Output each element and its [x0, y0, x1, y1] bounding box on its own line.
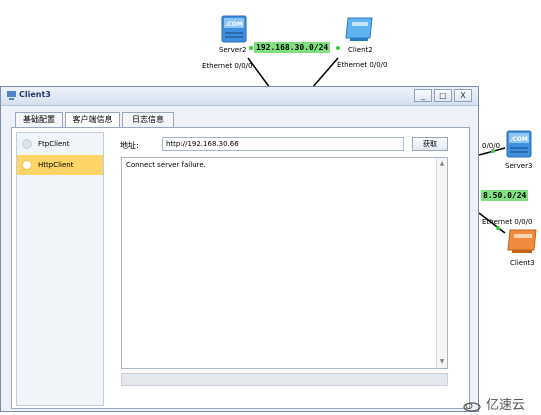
- server3-label: Server3: [505, 162, 533, 170]
- client-pc-icon: [507, 229, 537, 253]
- link-status-dot: [249, 46, 253, 50]
- close-button[interactable]: X: [454, 89, 472, 102]
- fetch-button[interactable]: 获取: [412, 137, 448, 151]
- vertical-scrollbar[interactable]: ▲ ▼: [436, 158, 447, 368]
- client3-interface-label: Ethernet 0/0/0: [482, 218, 533, 226]
- client-pc-icon: [345, 17, 373, 41]
- list-item-label: HttpClient: [38, 161, 74, 169]
- client-type-list: FtpClient HttpClient: [16, 132, 104, 406]
- list-item-httpclient[interactable]: HttpClient: [17, 155, 103, 175]
- address-label: 地址:: [120, 141, 139, 150]
- client3-window: Client3 _ □ X 基础配置 客户端信息 日志信息 FtpClient …: [0, 86, 479, 412]
- scroll-down-icon[interactable]: ▼: [437, 357, 447, 367]
- response-text: Connect server failure.: [126, 161, 206, 169]
- watermark-text: 亿速云: [485, 398, 525, 413]
- server2-node[interactable]: .COM: [221, 15, 247, 43]
- tab-basic-config[interactable]: 基础配置: [15, 112, 63, 127]
- com-badge: .COM: [225, 21, 243, 28]
- link-status-dot: [336, 46, 340, 50]
- client2-label: Client2: [348, 46, 373, 54]
- client-info-panel: FtpClient HttpClient 地址: 获取 Connect serv…: [11, 127, 470, 409]
- tab-client-info[interactable]: 客户端信息: [65, 112, 120, 128]
- circle-icon: [22, 139, 32, 149]
- server-icon: .COM: [221, 15, 247, 43]
- com-badge: .COM: [510, 136, 528, 143]
- minimize-button[interactable]: _: [414, 89, 432, 102]
- window-titlebar[interactable]: Client3 _ □ X: [1, 87, 478, 106]
- scroll-up-icon[interactable]: ▲: [437, 159, 447, 169]
- link-client2-router: [311, 57, 339, 89]
- client2-interface-label: Ethernet 0/0/0: [337, 61, 388, 69]
- network-label-30: 192.168.30.0/24: [254, 42, 331, 53]
- circle-icon: [22, 160, 32, 170]
- server-icon: .COM: [506, 130, 532, 158]
- app-icon: [7, 91, 16, 100]
- address-input[interactable]: [162, 137, 404, 151]
- list-item-label: FtpClient: [38, 140, 70, 148]
- status-bar: [121, 373, 448, 386]
- server2-interface-label: Ethernet 0/0/0: [202, 62, 253, 70]
- tab-log-info[interactable]: 日志信息: [122, 112, 174, 127]
- network-label-50: 8.50.0/24: [481, 190, 529, 201]
- client3-node[interactable]: [506, 228, 538, 254]
- watermark: 亿速云: [462, 394, 525, 413]
- client3-label: Client3: [510, 259, 535, 267]
- server3-interface-label: 0/0/0: [482, 142, 501, 150]
- list-item-ftpclient[interactable]: FtpClient: [17, 134, 103, 154]
- cloud-logo-icon: [463, 401, 481, 412]
- server2-label: Server2: [219, 46, 247, 54]
- maximize-button[interactable]: □: [434, 89, 452, 102]
- server3-node[interactable]: .COM: [506, 130, 532, 158]
- client2-node[interactable]: [344, 16, 374, 42]
- link-status-dot: [496, 226, 500, 230]
- window-title: Client3: [19, 90, 51, 99]
- response-textarea[interactable]: Connect server failure. ▲ ▼: [121, 157, 448, 369]
